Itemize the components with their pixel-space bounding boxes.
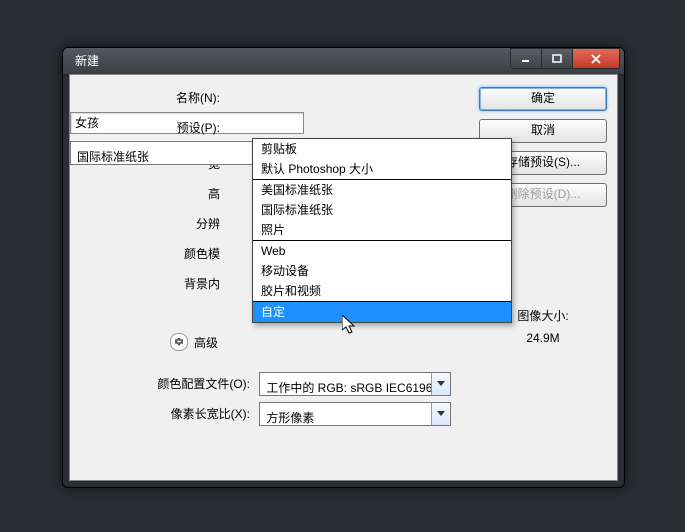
advanced-toggle[interactable]: 高级 [170,333,218,351]
new-document-dialog: 新建 名称(N): 预设(P): 国际标准纸张 [62,47,625,488]
preset-option[interactable]: 移动设备 [253,261,511,281]
preset-option[interactable]: 剪贴板 [253,139,511,159]
pixel-aspect-combo[interactable]: 方形像素 [259,402,451,426]
pixel-aspect-value: 方形像素 [260,403,450,425]
titlebar[interactable]: 新建 [63,48,624,75]
dialog-body: 名称(N): 预设(P): 国际标准纸张 宽 高 分辨 颜色模 背景内 [69,74,618,481]
close-button[interactable] [572,48,620,69]
preset-option[interactable]: 胶片和视频 [253,281,511,301]
chevron-down-icon [431,403,450,425]
image-size-value: 24.9M [479,327,607,349]
minimize-button[interactable] [510,48,542,69]
preset-option[interactable]: 照片 [253,220,511,240]
preset-option[interactable]: Web [253,241,511,261]
pixel-aspect-label: 像素长宽比(X): [70,402,256,426]
maximize-button[interactable] [541,48,573,69]
window-controls [511,48,620,68]
color-profile-combo[interactable]: 工作中的 RGB: sRGB IEC6196... [259,372,451,396]
advanced-label: 高级 [194,334,218,351]
background-label-partial: 背景内 [70,272,226,296]
chevron-collapse-icon [170,333,188,351]
ok-button[interactable]: 确定 [479,87,607,111]
preset-dropdown: 剪贴板 默认 Photoshop 大小 美国标准纸张 国际标准纸张 照片 Web… [252,138,512,323]
name-label: 名称(N): [70,86,226,110]
preset-option[interactable]: 国际标准纸张 [253,200,511,220]
color-profile-label: 颜色配置文件(O): [70,372,256,396]
window-title: 新建 [63,54,99,68]
height-label-partial: 高 [70,182,226,206]
color-profile-value: 工作中的 RGB: sRGB IEC6196... [260,373,450,395]
preset-option[interactable]: 默认 Photoshop 大小 [253,159,511,179]
preset-label: 预设(P): [70,116,226,140]
color-mode-label-partial: 颜色模 [70,242,226,266]
resolution-label-partial: 分辨 [70,212,226,236]
chevron-down-icon [431,373,450,395]
preset-option[interactable]: 美国标准纸张 [253,180,511,200]
preset-option-selected[interactable]: 自定 [253,302,511,322]
